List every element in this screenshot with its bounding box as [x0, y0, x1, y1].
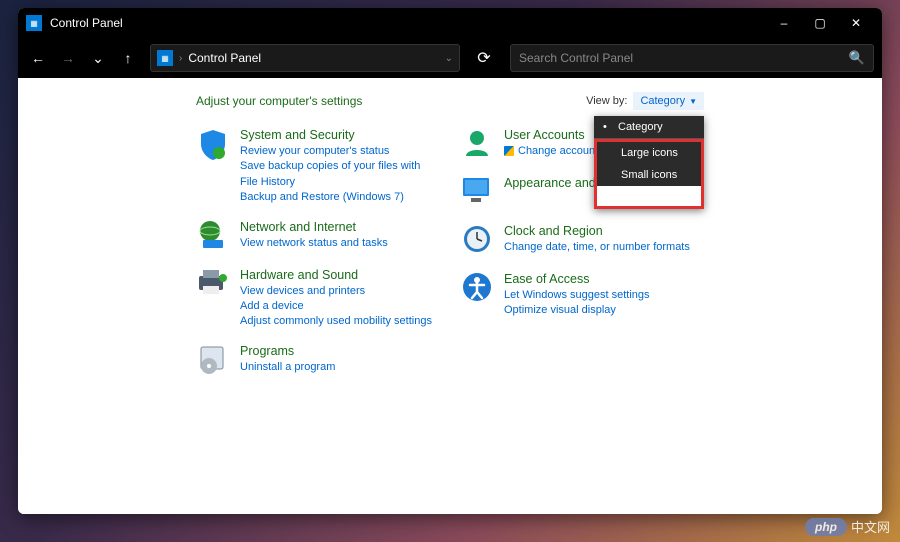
app-icon: ▦	[26, 15, 42, 31]
monitor-icon	[460, 176, 494, 210]
user-icon	[460, 128, 494, 162]
clock-icon	[460, 224, 494, 258]
viewby-value: Category	[640, 95, 685, 107]
cat-link[interactable]: Let Windows suggest settings	[504, 288, 704, 303]
dropdown-item-small-icons[interactable]: Small icons	[597, 164, 701, 186]
cat-link[interactable]: View network status and tasks	[240, 236, 440, 251]
refresh-button[interactable]: ⟳	[470, 44, 498, 72]
shield-icon	[196, 128, 230, 162]
programs-icon	[196, 344, 230, 378]
cat-link[interactable]: Add a device	[240, 299, 440, 314]
cat-ease-of-access: Ease of Access Let Windows suggest setti…	[460, 272, 704, 319]
close-button[interactable]: ✕	[838, 8, 874, 38]
cat-network-internet: Network and Internet View network status…	[196, 220, 440, 254]
cat-link[interactable]: Optimize visual display	[504, 303, 704, 318]
back-button[interactable]: ←	[26, 46, 50, 70]
dropdown-item-category[interactable]: Category	[594, 116, 704, 138]
breadcrumb-root[interactable]: Control Panel	[188, 51, 261, 65]
cat-title[interactable]: Ease of Access	[504, 272, 704, 286]
window-title: Control Panel	[50, 16, 766, 30]
content-area: Adjust your computer's settings View by:…	[18, 78, 882, 514]
search-input[interactable]	[519, 51, 849, 65]
cat-link[interactable]: Adjust commonly used mobility settings	[240, 314, 440, 329]
dropdown-arrow-icon: ▼	[689, 97, 697, 106]
minimize-button[interactable]: –	[766, 8, 802, 38]
recent-locations-button[interactable]: ⌄	[86, 46, 110, 70]
cat-link[interactable]: View devices and printers	[240, 284, 440, 299]
maximize-button[interactable]: ▢	[802, 8, 838, 38]
accessibility-icon	[460, 272, 494, 306]
search-icon[interactable]: 🔍	[849, 50, 865, 66]
cat-title[interactable]: Network and Internet	[240, 220, 440, 234]
toolbar: ← → ⌄ ↑ ▦ › Control Panel ⌄ ⟳ 🔍	[18, 38, 882, 78]
watermark-badge: php	[805, 518, 847, 536]
cat-hardware-sound: Hardware and Sound View devices and prin…	[196, 268, 440, 330]
printer-icon	[196, 268, 230, 302]
cat-title[interactable]: System and Security	[240, 128, 440, 142]
control-panel-window: ▦ Control Panel – ▢ ✕ ← → ⌄ ↑ ▦ › Contro…	[18, 8, 882, 514]
viewby-dropdown: Category Large icons Small icons	[594, 116, 704, 209]
forward-button[interactable]: →	[56, 46, 80, 70]
search-bar[interactable]: 🔍	[510, 44, 874, 72]
cat-link[interactable]: Uninstall a program	[240, 360, 440, 375]
cat-system-security: System and Security Review your computer…	[196, 128, 440, 206]
cat-title[interactable]: Programs	[240, 344, 440, 358]
content-header: Adjust your computer's settings View by:…	[196, 92, 704, 110]
watermark-text: 中文网	[851, 517, 890, 536]
cat-link[interactable]: Change date, time, or number formats	[504, 240, 704, 255]
cat-clock-region: Clock and Region Change date, time, or n…	[460, 224, 704, 258]
dropdown-item-large-icons[interactable]: Large icons	[597, 142, 701, 164]
page-title: Adjust your computer's settings	[196, 94, 586, 108]
dropdown-highlight: Large icons Small icons	[594, 139, 704, 209]
watermark: php 中文网	[805, 517, 890, 536]
cat-link[interactable]: Review your computer's status	[240, 144, 440, 159]
control-panel-icon: ▦	[157, 50, 173, 66]
globe-icon	[196, 220, 230, 254]
viewby-label: View by:	[586, 95, 627, 107]
cat-link[interactable]: Backup and Restore (Windows 7)	[240, 190, 440, 205]
dropdown-whitespace	[597, 186, 701, 206]
cat-link[interactable]: Save backup copies of your files with Fi…	[240, 159, 440, 190]
titlebar: ▦ Control Panel – ▢ ✕	[18, 8, 882, 38]
chevron-icon[interactable]: ›	[179, 53, 182, 64]
up-button[interactable]: ↑	[116, 46, 140, 70]
cat-title[interactable]: Clock and Region	[504, 224, 704, 238]
viewby-select[interactable]: Category ▼	[633, 92, 704, 110]
chevron-down-icon[interactable]: ⌄	[445, 53, 453, 64]
address-bar[interactable]: ▦ › Control Panel ⌄	[150, 44, 460, 72]
cat-programs: Programs Uninstall a program	[196, 344, 440, 378]
cat-title[interactable]: Hardware and Sound	[240, 268, 440, 282]
left-column: System and Security Review your computer…	[196, 128, 440, 378]
